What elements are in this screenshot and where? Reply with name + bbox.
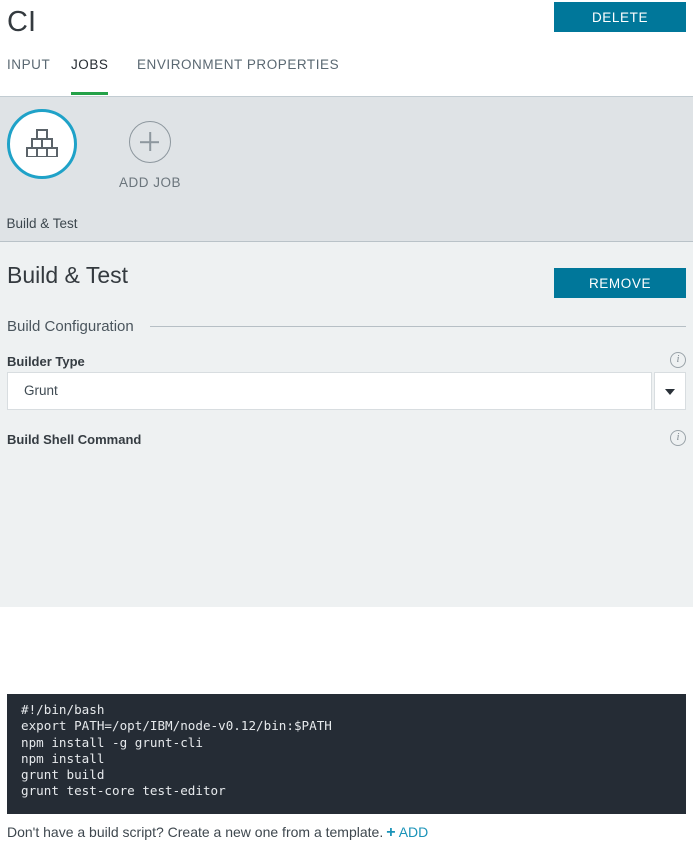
add-template-link[interactable]: + ADD <box>386 824 429 841</box>
remove-button[interactable]: REMOVE <box>554 268 686 298</box>
build-script-template-note: Don't have a build script? Create a new … <box>7 824 428 842</box>
builder-type-label: Builder Type <box>7 354 85 369</box>
delete-button[interactable]: DELETE <box>554 2 686 32</box>
plus-circle-icon <box>129 121 171 163</box>
code-line: export PATH=/opt/IBM/node-v0.12/bin:$PAT… <box>21 718 332 734</box>
jobs-strip: Build & Test ADD JOB <box>0 96 693 242</box>
code-line: grunt test-core test-editor <box>21 783 226 799</box>
code-line: grunt build <box>21 767 105 783</box>
build-configuration-legend: Build Configuration <box>7 318 686 335</box>
page-title: CI <box>7 6 37 38</box>
tab-environment-properties[interactable]: ENVIRONMENT PROPERTIES <box>137 52 339 92</box>
code-line: npm install <box>21 750 105 766</box>
tab-input[interactable]: INPUT <box>7 52 50 92</box>
add-job-button[interactable]: ADD JOB <box>111 121 189 190</box>
build-shell-command-info-icon[interactable]: i <box>670 430 686 446</box>
plus-icon: + <box>386 824 396 841</box>
chevron-down-icon[interactable] <box>654 372 686 410</box>
code-line: npm install -g grunt-cli <box>21 734 203 750</box>
code-line: #!/bin/bash <box>21 702 105 717</box>
tab-jobs[interactable]: JOBS <box>71 52 109 95</box>
job-detail-panel: Build & Test REMOVE Build Configuration … <box>0 242 693 841</box>
builder-type-value[interactable]: Grunt <box>7 372 652 410</box>
build-script-template-text: Don't have a build script? Create a new … <box>7 824 384 840</box>
legend-divider <box>149 326 686 327</box>
build-configuration-label: Build Configuration <box>7 318 134 335</box>
add-template-link-label: ADD <box>398 824 429 840</box>
build-shell-command-editor[interactable]: #!/bin/bash export PATH=/opt/IBM/node-v0… <box>7 694 686 814</box>
blocks-pyramid-icon <box>25 127 59 162</box>
job-detail-title: Build & Test <box>7 262 129 288</box>
build-shell-command-label: Build Shell Command <box>7 432 142 447</box>
builder-type-select[interactable]: Grunt <box>7 372 686 410</box>
job-icon-circle <box>7 109 77 179</box>
job-tile-label: Build & Test <box>6 216 78 231</box>
add-job-label: ADD JOB <box>118 175 181 190</box>
tab-bar: INPUT JOBS ENVIRONMENT PROPERTIES <box>0 52 693 95</box>
job-tile-build-and-test[interactable]: Build & Test <box>6 109 78 231</box>
page-header: CI DELETE <box>0 0 693 48</box>
builder-type-info-icon[interactable]: i <box>670 352 686 368</box>
ci-pipeline-job-configuration-page: CI DELETE INPUT JOBS ENVIRONMENT PROPERT… <box>0 0 693 841</box>
